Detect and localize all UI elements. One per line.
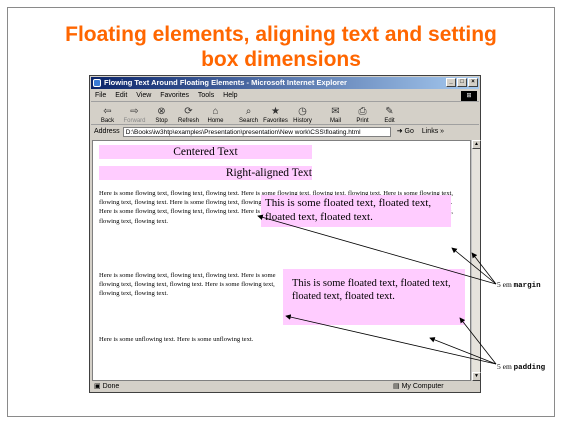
search-icon: ⌕ bbox=[245, 106, 252, 117]
status-done: ▣ Done bbox=[94, 383, 120, 390]
toolbar: ⇦ Back ⇨ Forward ⊗ Stop ⟳ Refresh ⌂ Home… bbox=[91, 103, 479, 125]
edit-icon: ✎ bbox=[385, 106, 394, 117]
computer-icon: ▤ bbox=[393, 383, 400, 390]
address-label: Address bbox=[94, 128, 120, 135]
page-content: Centered Text Right-aligned Text Here is… bbox=[92, 140, 471, 381]
back-button[interactable]: ⇦ Back bbox=[94, 103, 121, 125]
menu-tools[interactable]: Tools bbox=[198, 92, 214, 99]
menu-favorites[interactable]: Favorites bbox=[160, 92, 189, 99]
favorites-icon: ★ bbox=[271, 106, 280, 117]
search-button[interactable]: ⌕ Search bbox=[235, 103, 262, 125]
edit-button[interactable]: ✎ Edit bbox=[376, 103, 403, 125]
menu-bar: File Edit View Favorites Tools Help bbox=[91, 90, 479, 102]
window-title: Flowing Text Around Floating Elements - … bbox=[104, 78, 347, 87]
window-controls: _ □ × bbox=[446, 78, 478, 87]
window-titlebar[interactable]: Flowing Text Around Floating Elements - … bbox=[91, 77, 479, 89]
menu-view[interactable]: View bbox=[136, 92, 151, 99]
slide-title: Floating elements, aligning text and set… bbox=[65, 23, 497, 71]
right-aligned-text: Right-aligned Text bbox=[99, 166, 312, 180]
status-zone: ▤ My Computer bbox=[393, 383, 444, 390]
address-input[interactable]: D:\Books\iw3htp\examples\Presentation\pr… bbox=[122, 127, 391, 137]
menu-edit[interactable]: Edit bbox=[115, 92, 127, 99]
history-icon: ◷ bbox=[298, 106, 307, 117]
go-arrow-icon: ➜ bbox=[396, 128, 403, 135]
padding-annotation: 5 em padding bbox=[497, 362, 546, 372]
floated-box-padding: This is some floated text, floated text,… bbox=[283, 269, 465, 325]
minimize-button[interactable]: _ bbox=[446, 78, 456, 87]
status-bar: ▣ Done ▤ My Computer bbox=[91, 382, 479, 392]
forward-button[interactable]: ⇨ Forward bbox=[121, 103, 148, 125]
close-button[interactable]: × bbox=[468, 78, 478, 87]
scroll-down-icon[interactable]: ▼ bbox=[472, 372, 481, 381]
refresh-button[interactable]: ⟳ Refresh bbox=[175, 103, 202, 125]
forward-icon: ⇨ bbox=[130, 106, 139, 117]
page-icon: ▣ bbox=[94, 383, 101, 390]
menu-file[interactable]: File bbox=[95, 92, 106, 99]
address-bar: Address D:\Books\iw3htp\examples\Present… bbox=[91, 126, 479, 138]
vertical-scrollbar[interactable]: ▲ ▼ bbox=[471, 140, 481, 381]
margin-annotation: 5 em margin bbox=[497, 280, 541, 290]
print-icon: ⎙ bbox=[358, 106, 367, 117]
flowing-paragraph-2: Here is some flowing text, flowing text,… bbox=[99, 272, 276, 298]
mail-button[interactable]: ✉ Mail bbox=[322, 103, 349, 125]
menu-help[interactable]: Help bbox=[223, 92, 237, 99]
home-button[interactable]: ⌂ Home bbox=[202, 103, 229, 125]
mail-icon: ✉ bbox=[331, 106, 340, 117]
maximize-button[interactable]: □ bbox=[457, 78, 467, 87]
centered-text: Centered Text bbox=[99, 145, 312, 159]
ie-app-icon bbox=[93, 79, 101, 87]
history-button[interactable]: ◷ History bbox=[289, 103, 316, 125]
print-button[interactable]: ⎙ Print bbox=[349, 103, 376, 125]
back-icon: ⇦ bbox=[103, 106, 112, 117]
scroll-up-icon[interactable]: ▲ bbox=[472, 140, 481, 149]
go-button[interactable]: ➜ Go bbox=[397, 126, 414, 138]
windows-logo-icon: ⊞ bbox=[461, 91, 477, 101]
floated-box-margin: This is some floated text, floated text,… bbox=[261, 195, 451, 227]
links-button[interactable]: Links » bbox=[422, 126, 444, 138]
favorites-button[interactable]: ★ Favorites bbox=[262, 103, 289, 125]
unflowing-paragraph: Here is some unflowing text. Here is som… bbox=[99, 336, 254, 343]
browser-window: Flowing Text Around Floating Elements - … bbox=[89, 75, 481, 393]
stop-icon: ⊗ bbox=[157, 106, 166, 117]
stop-button[interactable]: ⊗ Stop bbox=[148, 103, 175, 125]
refresh-icon: ⟳ bbox=[184, 106, 193, 117]
home-icon: ⌂ bbox=[212, 106, 219, 117]
